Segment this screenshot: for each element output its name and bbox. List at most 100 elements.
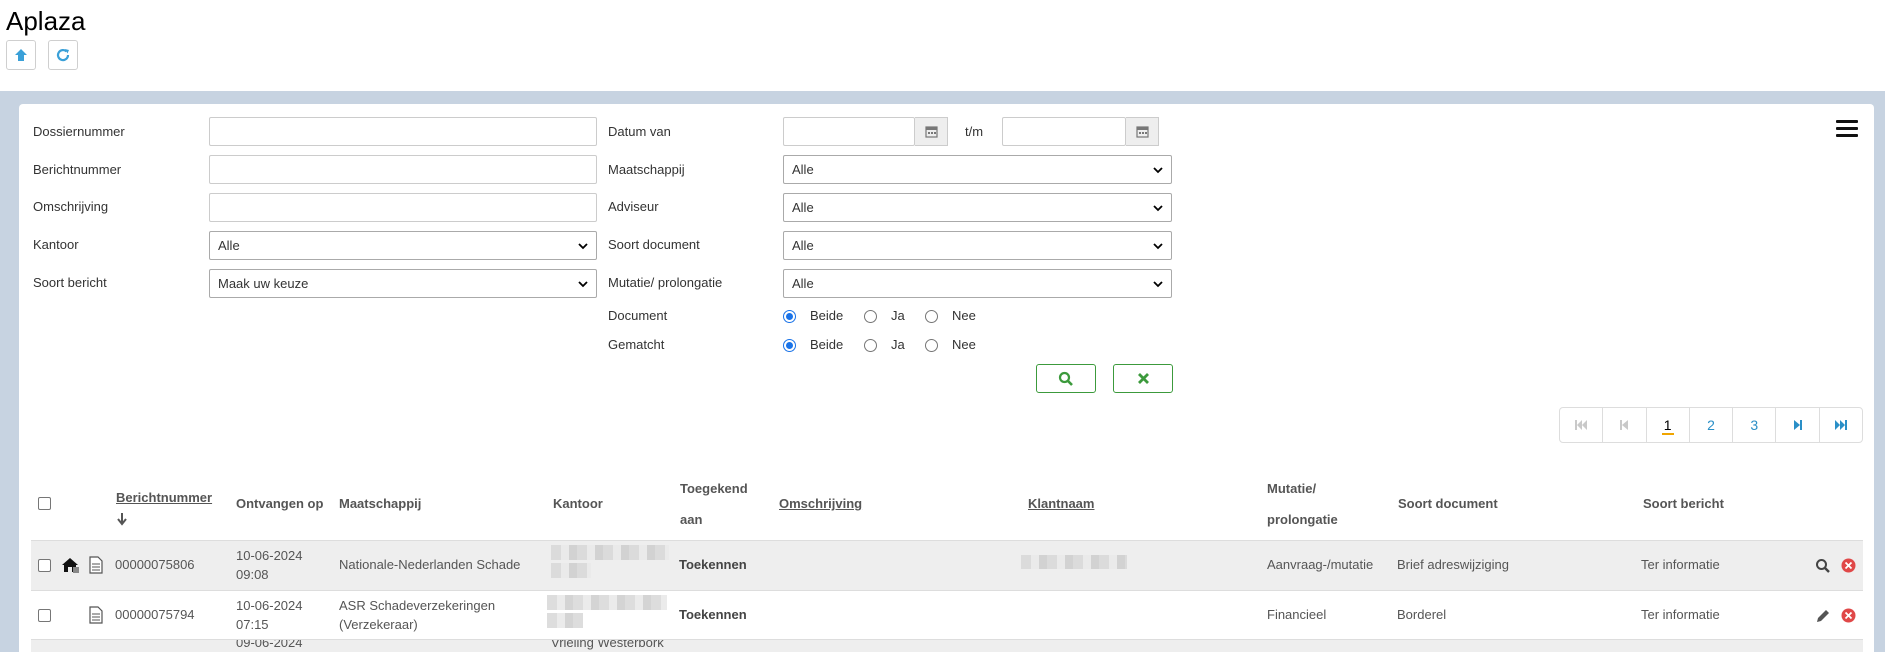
omschrijving-input[interactable] — [209, 193, 597, 222]
document-radio-beide-label: Beide — [810, 308, 844, 323]
redacted-kantoor — [551, 563, 591, 578]
row-date: 09-06-2024 — [236, 640, 303, 650]
redacted-kantoor — [547, 613, 583, 628]
soort-bericht-select[interactable]: Maak uw keuze — [209, 269, 597, 298]
row-time: 09:08 — [236, 567, 269, 582]
search-icon — [1058, 371, 1073, 386]
row-soort-document: Borderel — [1397, 607, 1447, 622]
gematcht-radio-ja[interactable] — [864, 339, 877, 352]
document-radio-nee-label: Nee — [952, 308, 976, 323]
adviseur-select[interactable]: Alle — [783, 193, 1172, 222]
prev-page-button[interactable] — [1603, 408, 1647, 442]
tm-label: t/m — [965, 124, 984, 139]
row-mutatie: Financieel — [1267, 607, 1327, 622]
search-icon[interactable] — [1815, 558, 1831, 574]
row-berichtnummer: 00000075794 — [115, 607, 195, 622]
sort-arrow-down-icon — [117, 513, 127, 526]
row-toegekend[interactable]: Toekennen — [679, 606, 747, 624]
soort-bericht-label: Soort bericht — [33, 275, 107, 290]
table-row[interactable]: 09-06-2024 Vrieling Westerbork — [31, 640, 1863, 652]
row-mutatie: Aanvraag-/mutatie — [1267, 557, 1374, 572]
maatschappij-select[interactable]: Alle — [783, 155, 1172, 184]
navigate-up-button[interactable] — [6, 40, 36, 70]
row-time: 07:15 — [236, 617, 269, 632]
datum-van-input[interactable] — [783, 117, 915, 146]
header-omschrijving[interactable]: Omschrijving — [779, 496, 862, 511]
refresh-icon — [56, 48, 70, 62]
header-soort-document: Soort document — [1398, 496, 1498, 511]
chevron-down-icon — [1153, 166, 1163, 173]
delete-icon[interactable] — [1841, 558, 1856, 573]
gematcht-radio-beide-label: Beide — [810, 337, 844, 352]
edit-icon[interactable] — [1815, 608, 1831, 624]
chevron-down-icon — [578, 242, 588, 249]
row-date: 10-06-2024 — [236, 548, 303, 563]
datum-tm-calendar-button[interactable] — [1126, 117, 1159, 146]
maatschappij-label: Maatschappij — [608, 162, 685, 177]
gematcht-radio-nee[interactable] — [925, 339, 938, 352]
kantoor-select[interactable]: Alle — [209, 231, 597, 260]
row-toegekend[interactable]: Toekennen — [679, 556, 747, 574]
last-page-icon — [1834, 420, 1847, 430]
arrow-up-icon — [15, 49, 27, 61]
gematcht-radio-nee-label: Nee — [952, 337, 976, 352]
page-3-button[interactable]: 3 — [1733, 408, 1777, 442]
header-prolongatie: prolongatie — [1267, 512, 1338, 527]
adviseur-label: Adviseur — [608, 199, 659, 214]
gematcht-radio-ja-label: Ja — [891, 337, 905, 352]
row-soort-bericht: Ter informatie — [1641, 607, 1720, 622]
select-all-checkbox[interactable] — [38, 497, 51, 510]
refresh-button[interactable] — [48, 40, 78, 70]
first-page-button[interactable] — [1560, 408, 1604, 442]
mutatie-select[interactable]: Alle — [783, 269, 1172, 298]
header-soort-bericht: Soort bericht — [1643, 496, 1724, 511]
chevron-down-icon — [1153, 242, 1163, 249]
chevron-down-icon — [1153, 280, 1163, 287]
page-2-button[interactable]: 2 — [1690, 408, 1734, 442]
document-radio-ja-label: Ja — [891, 308, 905, 323]
datum-van-calendar-button[interactable] — [915, 117, 948, 146]
adviseur-select-value: Alle — [792, 200, 814, 215]
menu-icon[interactable] — [1836, 120, 1858, 140]
berichtnummer-input[interactable] — [209, 155, 597, 184]
gematcht-radio-beide[interactable] — [783, 339, 796, 352]
document-radio-nee[interactable] — [925, 310, 938, 323]
table-row[interactable]: 00000075794 10-06-2024 07:15 ASR Schadev… — [31, 591, 1863, 640]
redacted-kantoor — [547, 595, 667, 610]
header-toegekend-aan: aan — [680, 512, 703, 527]
next-page-button[interactable] — [1776, 408, 1820, 442]
page-1-button[interactable]: 1 — [1647, 408, 1690, 442]
datum-tm-input[interactable] — [1002, 117, 1126, 146]
row-kantoor: Vrieling Westerbork — [551, 640, 664, 650]
dossiernummer-label: Dossiernummer — [33, 124, 125, 139]
omschrijving-label: Omschrijving — [33, 199, 109, 214]
close-icon — [1137, 373, 1149, 384]
last-page-button[interactable] — [1820, 408, 1862, 442]
row-checkbox[interactable] — [38, 609, 51, 622]
mutatie-label: Mutatie/ prolongatie — [608, 275, 723, 290]
clear-button[interactable] — [1113, 364, 1173, 393]
search-button[interactable] — [1036, 364, 1096, 393]
kantoor-label: Kantoor — [33, 237, 79, 252]
row-checkbox[interactable] — [38, 559, 51, 572]
datum-van-label: Datum van — [608, 124, 671, 139]
document-label: Document — [608, 308, 668, 323]
dossiernummer-input[interactable] — [209, 117, 597, 146]
soort-document-select[interactable]: Alle — [783, 231, 1172, 260]
document-icon — [89, 556, 103, 574]
header-klantnaam[interactable]: Klantnaam — [1028, 496, 1094, 511]
chevron-down-icon — [1153, 204, 1163, 211]
calendar-icon — [924, 126, 938, 138]
document-radio-beide[interactable] — [783, 310, 796, 323]
header-berichtnummer[interactable]: Berichtnummer — [116, 490, 212, 505]
gematcht-label: Gematcht — [608, 337, 665, 352]
header-maatschappij: Maatschappij — [339, 496, 422, 511]
document-radio-ja[interactable] — [864, 310, 877, 323]
chevron-down-icon — [578, 280, 588, 287]
table-row[interactable]: 00000075806 10-06-2024 09:08 Nationale-N… — [31, 541, 1863, 590]
delete-icon[interactable] — [1841, 608, 1856, 623]
row-soort-document: Brief adreswijziging — [1397, 557, 1509, 572]
next-page-icon — [1793, 420, 1802, 430]
header-toegekend: Toegekend — [680, 481, 748, 496]
prev-page-icon — [1620, 420, 1629, 430]
